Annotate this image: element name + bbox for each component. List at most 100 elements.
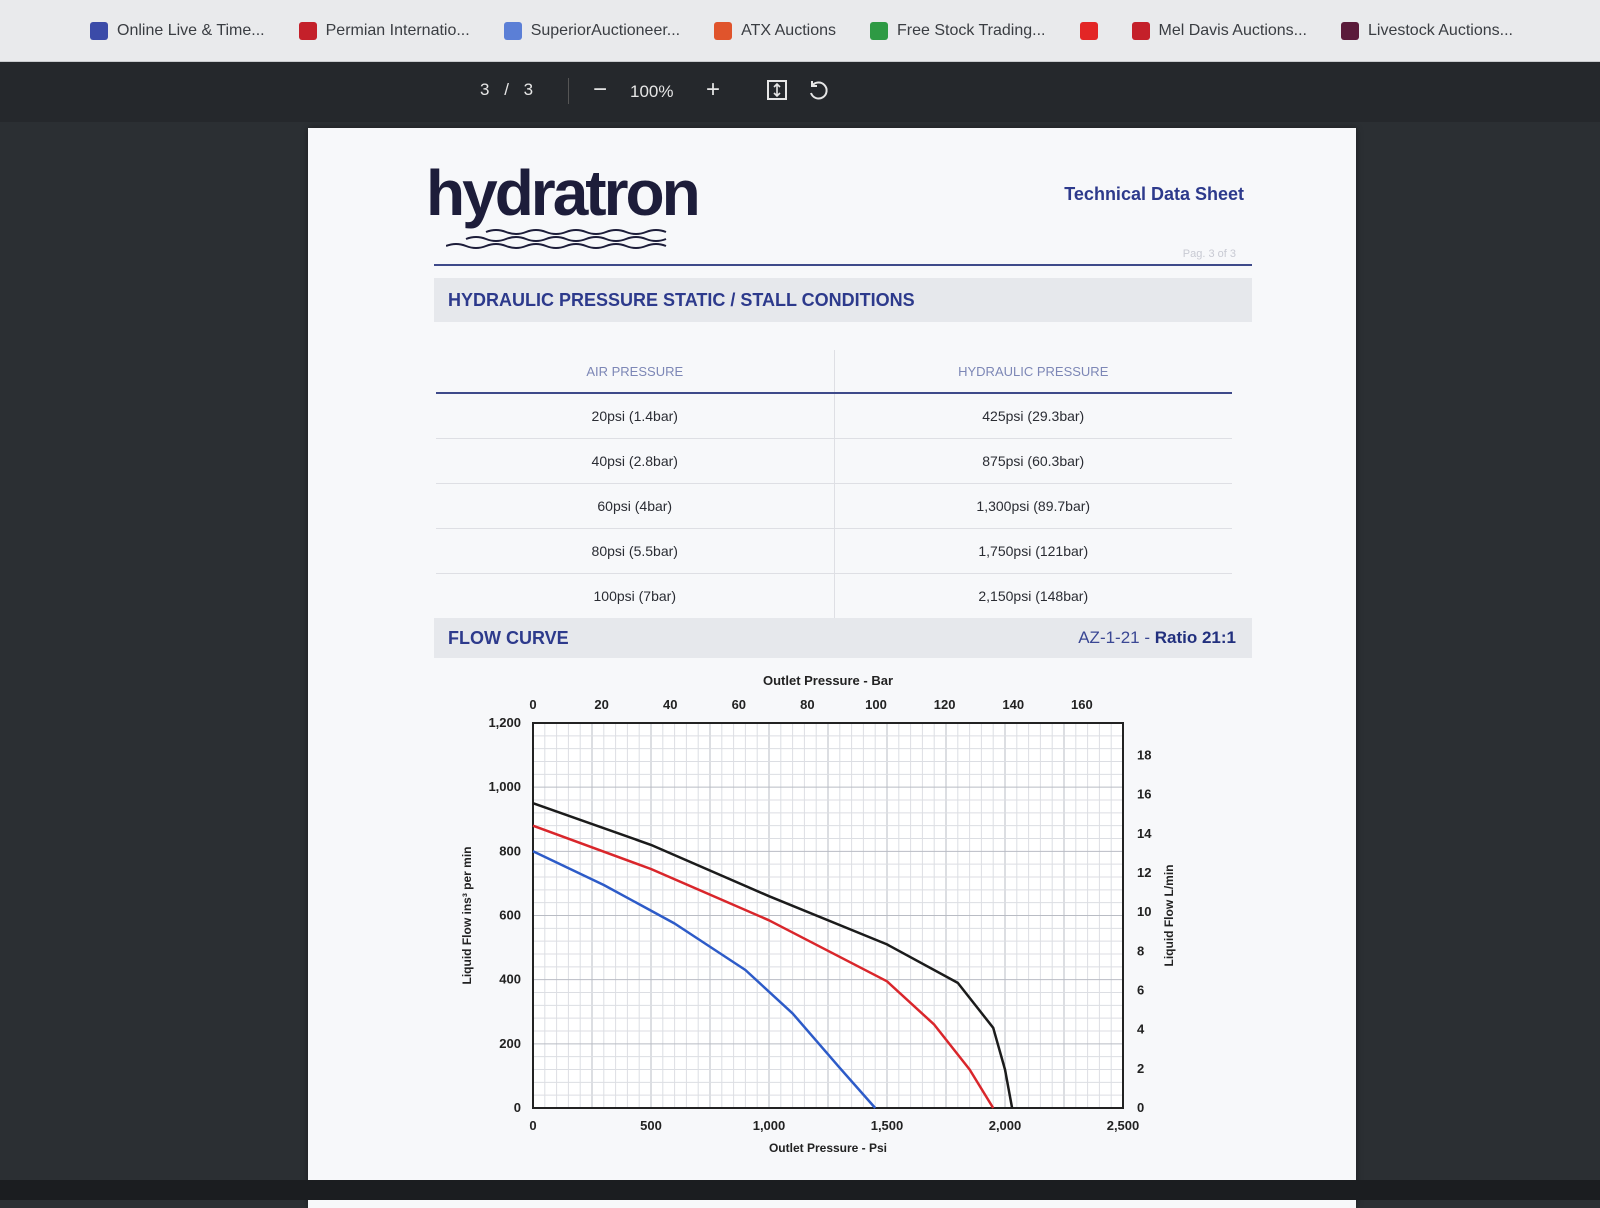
y-tick-label: 200 (499, 1036, 521, 1051)
bookmark-item[interactable]: Free Stock Trading... (869, 21, 1046, 40)
x2-tick-label: 100 (865, 697, 887, 712)
hydraulic-pressure-cell: 425psi (29.3bar) (834, 393, 1232, 439)
table-row: 60psi (4bar) 1,300psi (89.7bar) (436, 483, 1232, 529)
current-page[interactable]: 3 (480, 80, 490, 99)
y2-axis-label: Liquid Flow L/min (1162, 865, 1176, 967)
bookmark-favicon-icon (503, 21, 522, 40)
bookmarks-bar: Online Live & Time... Permian Internatio.… (0, 0, 1600, 62)
zoom-out-button[interactable]: − (585, 74, 615, 106)
hydratron-logo: hydratron (426, 157, 701, 229)
bookmark-item[interactable]: Permian Internatio... (298, 21, 470, 40)
y-tick-label: 800 (499, 843, 521, 858)
rotate-icon[interactable] (803, 74, 833, 106)
y-tick-label: 1,000 (488, 779, 521, 794)
bookmark-favicon-icon (1131, 21, 1150, 40)
y2-tick-label: 8 (1137, 943, 1144, 958)
y2-tick-label: 10 (1137, 904, 1151, 919)
x2-tick-label: 120 (934, 697, 956, 712)
x-tick-label: 2,500 (1107, 1118, 1140, 1133)
bookmark-favicon-icon (298, 21, 317, 40)
total-pages: 3 (523, 80, 535, 99)
x-axis-label: Outlet Pressure - Psi (769, 1141, 887, 1155)
hydraulic-pressure-cell: 1,750psi (121bar) (834, 528, 1232, 574)
bookmark-item[interactable]: SuperiorAuctioneer... (503, 21, 681, 40)
hydraulic-pressure-cell: 1,300psi (89.7bar) (834, 483, 1232, 529)
x-tick-label: 1,500 (871, 1118, 904, 1133)
x2-tick-label: 160 (1071, 697, 1093, 712)
table-row: 100psi (7bar) 2,150psi (148bar) (436, 573, 1232, 619)
air-pressure-cell: 80psi (5.5bar) (436, 528, 835, 574)
air-pressure-cell: 100psi (7bar) (436, 573, 835, 619)
doc-type-title: Technical Data Sheet (1064, 184, 1244, 204)
x-tick-label: 500 (640, 1118, 662, 1133)
x2-tick-label: 60 (732, 697, 746, 712)
column-header: HYDRAULIC PRESSURE (834, 350, 1232, 394)
table-row: 80psi (5.5bar) 1,750psi (121bar) (436, 528, 1232, 574)
y2-tick-label: 4 (1137, 1022, 1145, 1037)
ratio-label: Ratio 21:1 (1154, 628, 1236, 647)
y2-tick-label: 16 (1137, 787, 1151, 802)
page-separator: / (504, 80, 510, 99)
section-title-flow: FLOW CURVE (448, 628, 569, 648)
page-indicator[interactable]: 3 / 3 (480, 80, 534, 100)
x-tick-label: 0 (529, 1118, 536, 1133)
zoom-level[interactable]: 100% (630, 82, 673, 102)
bookmark-favicon-icon (714, 21, 733, 40)
air-pressure-cell: 20psi (1.4bar) (436, 393, 835, 439)
bookmark-label: Livestock Auctions... (1368, 21, 1513, 39)
model-number: AZ-1-21 (1078, 628, 1140, 647)
bookmark-label: Mel Davis Auctions... (1158, 21, 1308, 39)
y2-tick-label: 2 (1137, 1061, 1144, 1076)
fit-page-icon[interactable] (762, 74, 792, 106)
y2-tick-label: 18 (1137, 748, 1151, 763)
y2-tick-label: 6 (1137, 983, 1144, 998)
table-row: 20psi (1.4bar) 425psi (29.3bar) (436, 393, 1232, 439)
bookmark-favicon-icon (869, 21, 888, 40)
section-band-pressure: HYDRAULIC PRESSURE STATIC / STALL CONDIT… (434, 278, 1252, 322)
section-band-flow: FLOW CURVE AZ-1-21 - Ratio 21:1 (434, 618, 1252, 658)
bookmark-item[interactable]: Online Live & Time... (90, 21, 265, 40)
logo-waves-icon (446, 229, 667, 249)
y2-tick-label: 0 (1137, 1100, 1144, 1115)
bookmark-item[interactable] (1079, 21, 1098, 40)
bookmark-label: SuperiorAuctioneer... (530, 21, 681, 39)
bookmark-label: Permian Internatio... (325, 21, 470, 39)
taskbar (0, 1180, 1600, 1200)
y2-tick-label: 14 (1137, 826, 1152, 841)
y-axis-label: Liquid Flow ins³ per min (460, 847, 474, 985)
bookmark-label: ATX Auctions (741, 21, 836, 39)
bookmark-favicon-icon (90, 21, 108, 40)
y-tick-label: 600 (499, 908, 521, 923)
air-pressure-cell: 40psi (2.8bar) (436, 438, 835, 484)
x2-tick-label: 0 (529, 697, 536, 712)
y2-tick-label: 12 (1137, 865, 1151, 880)
y-tick-label: 1,200 (488, 715, 521, 730)
air-pressure-cell: 60psi (4bar) (436, 483, 835, 529)
section-title-pressure: HYDRAULIC PRESSURE STATIC / STALL CONDIT… (448, 290, 915, 310)
bookmark-item[interactable]: Livestock Auctions... (1341, 21, 1513, 40)
bookmark-label: Free Stock Trading... (896, 21, 1046, 39)
column-header: AIR PRESSURE (436, 350, 835, 394)
x2-axis-label: Outlet Pressure - Bar (763, 673, 893, 688)
bookmark-label: Online Live & Time... (117, 21, 265, 39)
bookmark-item[interactable]: Mel Davis Auctions... (1131, 21, 1308, 40)
model-ratio: AZ-1-21 - Ratio 21:1 (1078, 628, 1236, 648)
bookmark-favicon-icon (1341, 21, 1359, 40)
bookmark-favicon-icon (1079, 21, 1098, 40)
x-tick-label: 1,000 (753, 1118, 786, 1133)
pdf-toolbar: 3 / 3 − 100% + (0, 62, 1600, 122)
x2-tick-label: 20 (594, 697, 608, 712)
table-row: 40psi (2.8bar) 875psi (60.3bar) (436, 438, 1232, 484)
document-page: hydratron Technical Data Sheet Pag. 3 of… (308, 128, 1356, 1208)
y-tick-label: 0 (514, 1100, 521, 1115)
x-tick-label: 2,000 (989, 1118, 1022, 1133)
x2-tick-label: 40 (663, 697, 677, 712)
x2-tick-label: 80 (800, 697, 814, 712)
flow-curve-chart: 0 500 1,000 1,500 2,000 2,50002004006008001,0… (460, 673, 1176, 1155)
x2-tick-label: 140 (1002, 697, 1024, 712)
zoom-in-button[interactable]: + (698, 74, 728, 106)
bookmark-item[interactable]: ATX Auctions (714, 21, 836, 40)
y-tick-label: 400 (499, 972, 521, 987)
pressure-table: AIR PRESSURE HYDRAULIC PRESSURE 20psi (1… (436, 350, 1232, 619)
toolbar-divider (568, 78, 569, 104)
